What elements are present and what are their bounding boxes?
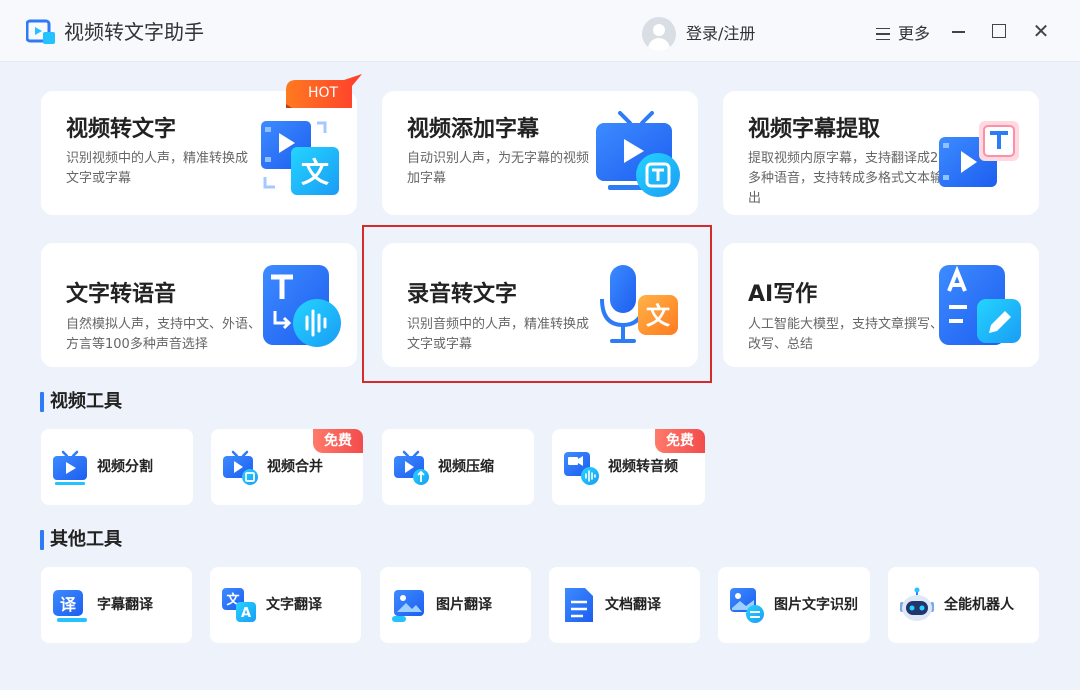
card-desc: 人工智能大模型，支持文章撰写、改写、总结 bbox=[748, 317, 944, 352]
tool-text-translate[interactable]: 文 A 文字翻译 bbox=[210, 567, 361, 643]
card-add-subtitles[interactable]: 视频添加字幕 自动识别人声，为无字幕的视频加字幕 bbox=[382, 91, 698, 215]
card-title: AI写作 bbox=[748, 282, 818, 307]
card-ai-writing[interactable]: AI写作 人工智能大模型，支持文章撰写、改写、总结 bbox=[723, 243, 1039, 367]
video-to-text-icon: 文 bbox=[261, 121, 339, 195]
video-merge-icon bbox=[223, 450, 258, 485]
avatar[interactable] bbox=[642, 17, 676, 51]
tool-all-purpose-robot[interactable]: 全能机器人 bbox=[888, 567, 1039, 643]
video-to-audio-icon bbox=[564, 452, 599, 485]
svg-text:文: 文 bbox=[646, 302, 671, 330]
svg-text:文: 文 bbox=[301, 156, 329, 189]
image-translate-icon bbox=[392, 590, 424, 622]
card-title: 视频添加字幕 bbox=[407, 117, 540, 142]
app-logo-icon bbox=[26, 19, 55, 44]
card-desc: 自然模拟人声，支持中文、外语、方言等100多种声音选择 bbox=[66, 317, 262, 352]
card-title: 视频转文字 bbox=[66, 117, 177, 142]
title-bar: 视频转文字助手 登录/注册 更多 ✕ bbox=[0, 0, 1080, 62]
tool-label: 全能机器人 bbox=[944, 597, 1014, 613]
section-video-tools: 视频工具 bbox=[40, 391, 122, 413]
card-desc: 识别音频中的人声，精准转换成文字或字幕 bbox=[407, 317, 590, 352]
document-translate-icon bbox=[565, 588, 593, 622]
tool-label: 图片文字识别 bbox=[774, 597, 858, 613]
tool-video-split[interactable]: 视频分割 bbox=[41, 429, 193, 505]
close-button[interactable]: ✕ bbox=[1032, 21, 1050, 41]
tool-label: 视频分割 bbox=[97, 459, 153, 475]
video-split-icon bbox=[53, 450, 87, 485]
tool-label: 视频转音频 bbox=[608, 459, 678, 475]
card-extract-subtitles[interactable]: 视频字幕提取 提取视频内原字幕，支持翻译成20多种语音，支持转成多格式文本输出 bbox=[723, 91, 1039, 215]
card-desc: 自动识别人声，为无字幕的视频加字幕 bbox=[407, 151, 590, 186]
text-translate-icon: 文 A bbox=[222, 588, 256, 622]
tool-image-ocr[interactable]: 图片文字识别 bbox=[718, 567, 870, 643]
tool-video-merge[interactable]: 免费 视频合并 bbox=[211, 429, 363, 505]
text-to-speech-icon bbox=[263, 265, 341, 347]
tool-video-compress[interactable]: 视频压缩 bbox=[382, 429, 534, 505]
tool-subtitle-translate[interactable]: 译 字幕翻译 bbox=[41, 567, 192, 643]
tool-label: 视频压缩 bbox=[438, 459, 494, 475]
svg-text:A: A bbox=[241, 606, 251, 621]
tool-image-translate[interactable]: 图片翻译 bbox=[380, 567, 531, 643]
card-desc: 提取视频内原字幕，支持翻译成20多种语音，支持转成多格式文本输出 bbox=[748, 151, 947, 206]
svg-text:译: 译 bbox=[60, 595, 77, 614]
tool-label: 视频合并 bbox=[267, 459, 323, 475]
card-text-to-speech[interactable]: 文字转语音 自然模拟人声，支持中文、外语、方言等100多种声音选择 bbox=[41, 243, 357, 367]
minimize-button[interactable] bbox=[950, 22, 968, 40]
subtitle-extract-icon bbox=[939, 121, 1019, 187]
free-badge: 免费 bbox=[313, 429, 363, 453]
tool-label: 图片翻译 bbox=[436, 597, 492, 613]
section-other-tools: 其他工具 bbox=[40, 529, 122, 551]
ai-writing-icon bbox=[939, 265, 1021, 345]
tool-label: 文字翻译 bbox=[266, 597, 322, 613]
image-ocr-icon bbox=[730, 588, 764, 623]
card-title: 视频字幕提取 bbox=[748, 117, 881, 142]
tv-subtitle-icon bbox=[596, 111, 680, 197]
card-audio-to-text[interactable]: 录音转文字 识别音频中的人声，精准转换成文字或字幕 文 bbox=[382, 243, 698, 367]
card-desc: 识别视频中的人声，精准转换成文字或字幕 bbox=[66, 151, 249, 186]
tool-label: 文档翻译 bbox=[605, 597, 661, 613]
app-title: 视频转文字助手 bbox=[64, 20, 204, 44]
subtitle-translate-icon: 译 bbox=[53, 590, 87, 622]
card-video-to-text[interactable]: 视频转文字 识别视频中的人声，精准转换成文字或字幕 文 bbox=[41, 91, 357, 215]
hot-badge-label: HOT bbox=[307, 85, 339, 101]
more-label: 更多 bbox=[898, 24, 931, 43]
card-title: 文字转语音 bbox=[66, 282, 177, 307]
tool-video-to-audio[interactable]: 免费 视频转音频 bbox=[552, 429, 705, 505]
menu-icon bbox=[876, 28, 890, 40]
more-menu-button[interactable]: 更多 bbox=[876, 23, 930, 45]
login-register-link[interactable]: 登录/注册 bbox=[686, 24, 755, 44]
card-title: 录音转文字 bbox=[407, 282, 518, 307]
tool-document-translate[interactable]: 文档翻译 bbox=[549, 567, 700, 643]
tool-label: 字幕翻译 bbox=[97, 597, 153, 613]
robot-icon bbox=[900, 587, 934, 621]
video-compress-icon bbox=[394, 450, 429, 485]
free-badge: 免费 bbox=[655, 429, 705, 453]
maximize-button[interactable] bbox=[990, 22, 1008, 40]
microphone-icon: 文 bbox=[600, 265, 678, 343]
